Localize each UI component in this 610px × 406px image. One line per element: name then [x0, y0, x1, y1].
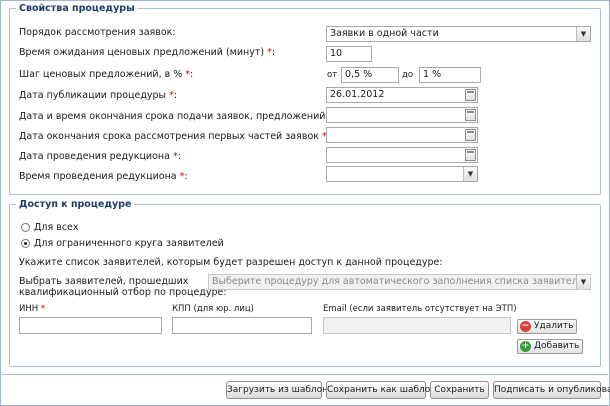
price-step-label: Шаг ценовых предложений, в % *: [19, 69, 194, 80]
add-button[interactable]: + Добавить [517, 339, 584, 354]
price-step-label-text: Шаг ценовых предложений, в % [19, 69, 183, 80]
kpp-input[interactable] [172, 317, 312, 334]
save-button[interactable]: Сохранить [430, 381, 489, 399]
review-order-select[interactable]: Заявки в одной части ▼ [326, 26, 591, 42]
publish-date-label-text: Дата публикации процедуры [19, 90, 167, 101]
select-applicants-placeholder: Выберите процедуру для автоматического з… [212, 276, 590, 287]
review-order-label: Порядок рассмотрения заявок: [19, 27, 176, 38]
price-step-from-input[interactable]: 0,5 % [341, 67, 399, 83]
radio-limited-label: Для ограниченного круга заявителей [34, 238, 224, 249]
end-submit-input[interactable] [326, 107, 478, 123]
required-mark: * [185, 69, 191, 80]
inn-label: ИНН * [19, 304, 45, 314]
reduction-date-input[interactable] [326, 147, 478, 163]
chevron-down-icon[interactable]: ▼ [576, 275, 590, 289]
reduction-date-label-text: Дата проведения редукциона [19, 151, 170, 162]
reduction-time-select[interactable]: ▼ [326, 166, 478, 182]
price-step-from-value: 0,5 % [345, 69, 373, 80]
form-frame: Свойства процедуры Порядок рассмотрения … [0, 0, 610, 406]
select-applicants-label-2: квалификационный отбор по процедуре: [19, 287, 227, 298]
add-button-label: Добавить [534, 341, 580, 351]
radio-all-label: Для всех [34, 222, 79, 233]
delete-button-label: Удалить [534, 321, 574, 331]
wait-time-input[interactable]: 10 [326, 46, 372, 62]
delete-button[interactable]: − Удалить [517, 319, 578, 334]
review-order-value: Заявки в одной части [330, 28, 439, 39]
price-step-from-label: от [327, 70, 338, 80]
procedure-properties-legend: Свойства процедуры [19, 3, 135, 14]
required-mark: * [267, 47, 272, 58]
wait-time-value: 10 [330, 48, 343, 59]
access-instruction: Укажите список заявителей, которым будет… [19, 257, 443, 268]
wait-time-label-text: Время ожидания ценовых предложений (мину… [19, 47, 265, 58]
sign-publish-button[interactable]: Подписать и опубликовать [493, 381, 610, 399]
chevron-down-icon[interactable]: ▼ [576, 27, 590, 41]
calendar-icon[interactable] [465, 109, 476, 121]
price-step-to-label: до [402, 70, 414, 80]
radio-limited[interactable] [21, 239, 30, 248]
kpp-label: КПП (для юр. лиц) [172, 304, 254, 314]
calendar-icon[interactable] [465, 149, 476, 161]
reduction-time-label: Время проведения редукциона *: [19, 171, 188, 182]
minus-circle-icon: − [520, 321, 531, 332]
price-step-to-input[interactable]: 1 % [419, 67, 481, 83]
reduction-time-label-text: Время проведения редукциона [19, 171, 177, 182]
email-label: Email (если заявитель отсутствует на ЭТП… [323, 304, 517, 314]
email-input[interactable] [323, 317, 511, 334]
end-review-input[interactable] [326, 127, 478, 143]
required-mark: * [179, 171, 185, 182]
required-mark: * [172, 151, 178, 162]
chevron-down-icon[interactable]: ▼ [463, 167, 477, 181]
reduction-date-label: Дата проведения редукциона *: [19, 151, 181, 162]
end-review-label: Дата окончания срока рассмотрения первых… [19, 131, 330, 142]
publish-date-value: 26.01.2012 [330, 89, 385, 100]
end-review-label-text: Дата окончания срока рассмотрения первых… [19, 131, 319, 142]
required-mark: * [40, 304, 46, 314]
required-mark: * [169, 90, 174, 101]
radio-all[interactable] [21, 223, 30, 232]
publish-date-input[interactable]: 26.01.2012 [326, 87, 478, 103]
calendar-icon[interactable] [465, 129, 476, 141]
calendar-icon[interactable] [465, 89, 476, 101]
wait-time-label: Время ожидания ценовых предложений (мину… [19, 47, 276, 58]
access-legend: Доступ к процедуре [19, 199, 132, 210]
load-template-button[interactable]: Загрузить из шаблона [226, 381, 334, 399]
publish-date-label: Дата публикации процедуры *: [19, 90, 178, 101]
select-applicants-label-1: Выбрать заявителей, прошедших [19, 276, 189, 287]
end-submit-label-text: Дата и время окончания срока подачи заяв… [19, 111, 326, 122]
plus-circle-icon: + [520, 341, 531, 352]
save-template-button[interactable]: Сохранить как шаблон [326, 381, 436, 399]
end-submit-label: Дата и время окончания срока подачи заяв… [19, 111, 336, 122]
select-applicants-dropdown[interactable]: Выберите процедуру для автоматического з… [208, 274, 591, 290]
inn-input[interactable] [19, 317, 162, 334]
price-step-to-value: 1 % [423, 69, 442, 80]
inn-label-text: ИНН [19, 304, 39, 314]
